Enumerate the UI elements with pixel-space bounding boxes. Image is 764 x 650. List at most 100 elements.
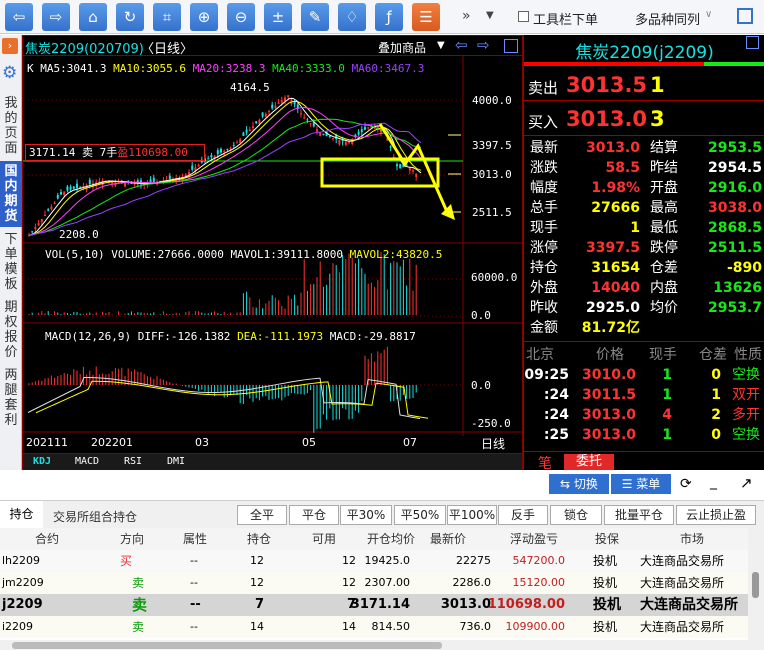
quote-label: 昨收 [530, 300, 558, 316]
candle-body [300, 113, 302, 115]
list-icon[interactable]: ☰ [412, 3, 440, 31]
column-header[interactable]: 投保 [595, 530, 619, 547]
period-label: 日线 [481, 437, 506, 451]
sidebar-item[interactable]: 期权报价 [0, 297, 22, 363]
candle-body [47, 209, 50, 211]
column-header[interactable]: 可用 [312, 530, 336, 547]
candle-body [344, 141, 347, 145]
zoom-in-icon[interactable]: ⊕ [190, 3, 218, 31]
tick-header: 性质 [734, 347, 762, 363]
layout-icon[interactable] [737, 8, 753, 24]
back-icon[interactable]: ⇦ [5, 3, 33, 31]
sidebar-item[interactable]: 两腿套利 [0, 365, 22, 431]
candle-body [357, 131, 360, 135]
action-button[interactable]: 锁仓 [550, 505, 602, 525]
toolbar-order-label: 工具栏下单 [533, 13, 599, 28]
quote-title: 焦炭2209(j2209) [575, 43, 714, 63]
date-tick: 03 [195, 436, 209, 449]
quote-row: 最新 3013.0 结算 2953.5 [530, 138, 762, 158]
crop-icon[interactable]: ⌗ [153, 3, 181, 31]
kline-chart[interactable]: 焦炭2209(020709) 〈日线〉 叠加商品 ▼ ⇦ ⇨ K MA5:304… [22, 35, 523, 470]
forward-icon[interactable]: ⇨ [42, 3, 70, 31]
tab-trades[interactable]: 笔 [538, 453, 552, 473]
column-header[interactable]: 开仓均价 [367, 530, 415, 547]
candle-body [284, 97, 286, 102]
column-header[interactable]: 合约 [35, 530, 59, 547]
candle-body [412, 170, 414, 172]
expand-icon[interactable]: › [2, 38, 18, 54]
menu-button[interactable]: ☰ 菜单 [611, 474, 671, 494]
table-row[interactable]: jm2209 卖 -- 12 12 2307.00 2286.0 15120.0… [0, 572, 748, 594]
toolbar-order-checkbox[interactable] [518, 11, 529, 22]
more-tools-button[interactable]: » [462, 8, 471, 24]
tab-kdj[interactable]: KDJ [33, 456, 51, 467]
candle-body [101, 180, 104, 185]
vertical-scrollbar[interactable] [748, 528, 764, 640]
maximize-icon[interactable] [746, 36, 759, 49]
column-header[interactable]: 浮动盈亏 [510, 530, 558, 547]
popout-icon[interactable]: ↗ [740, 474, 753, 492]
sidebar-item[interactable]: 我的页面 [0, 93, 22, 159]
tab-dmi[interactable]: DMI [167, 456, 185, 467]
tab-macd[interactable]: MACD [75, 456, 99, 467]
tab-orders[interactable]: 委托 [564, 454, 614, 470]
calculator-icon[interactable]: ± [264, 3, 292, 31]
multi-variety-select[interactable]: 多品种同列 [635, 9, 700, 28]
column-header[interactable]: 持仓 [247, 530, 271, 547]
quote-row: 涨跌 58.5 昨结 2954.5 [530, 158, 762, 178]
quote-label: 最新 [530, 140, 558, 156]
table-row[interactable]: i2209 卖 -- 14 14 814.50 736.0 109900.00 … [0, 616, 748, 638]
formula-icon[interactable]: ƒ [375, 3, 403, 31]
column-header[interactable]: 属性 [183, 530, 207, 547]
position-marker[interactable]: 3171.14 卖 7手盈110698.00 [25, 144, 205, 161]
column-header[interactable]: 最新价 [430, 530, 466, 547]
column-header[interactable]: 市场 [680, 530, 704, 547]
horizontal-scrollbar[interactable] [0, 640, 764, 650]
action-button[interactable]: 全平 [237, 505, 287, 525]
action-button[interactable]: 批量平仓 [604, 505, 674, 525]
ask-price[interactable]: 3013.5 [566, 73, 647, 97]
action-button[interactable]: 云止损止盈 [676, 505, 756, 525]
table-row[interactable]: j2209 卖 -- 7 7 3171.14 3013.0 110698.00 … [0, 594, 748, 616]
home-icon[interactable]: ⌂ [79, 3, 107, 31]
dropdown-icon[interactable]: ▼ [486, 10, 494, 21]
candle-body [88, 179, 91, 185]
refresh-icon[interactable]: ↻ [116, 3, 144, 31]
switch-button[interactable]: ⇆ 切换 [549, 474, 609, 494]
chevron-down-icon[interactable]: ∨ [705, 9, 712, 20]
zoom-out-icon[interactable]: ⊖ [227, 3, 255, 31]
candle-body [341, 140, 344, 142]
sidebar-item[interactable]: 国内期货 [0, 161, 22, 227]
column-header[interactable]: 方向 [120, 530, 144, 547]
action-button[interactable]: 平仓 [289, 505, 339, 525]
minimize-icon[interactable]: _ [710, 474, 717, 490]
candle-body [210, 155, 213, 158]
candle-body [415, 173, 418, 177]
quote-value: 3038.0 [707, 200, 762, 216]
bid-price[interactable]: 3013.0 [566, 107, 647, 131]
candle-body [56, 195, 59, 199]
pencil-icon[interactable]: ✎ [301, 3, 329, 31]
candle-body [364, 127, 366, 130]
vol-axis-tick: 60000.0 [471, 271, 518, 284]
gear-icon[interactable]: ⚙ [2, 63, 17, 83]
tab-rsi[interactable]: RSI [124, 456, 142, 467]
action-button[interactable]: 反手 [498, 505, 548, 525]
action-button[interactable]: 平30% [340, 505, 392, 525]
sidebar-item[interactable]: 下单模板 [0, 229, 22, 295]
refresh-icon[interactable]: ⟳ [680, 476, 692, 492]
action-button[interactable]: 平100% [447, 505, 497, 525]
candle-body [220, 148, 222, 153]
date-tick: 202111 [26, 436, 68, 449]
tab-positions[interactable]: 持仓 [0, 501, 43, 528]
table-row[interactable]: lh2209 买 -- 12 12 19425.0 22275 547200.0… [0, 550, 748, 572]
tab-combo-positions[interactable]: 交易所组合持仓 [53, 508, 137, 525]
action-button[interactable]: 平50% [394, 505, 446, 525]
candle-body [66, 186, 69, 191]
bell-icon[interactable]: ♢ [338, 3, 366, 31]
candle-body [72, 186, 75, 189]
candle-body [50, 206, 53, 210]
candle-body [306, 119, 309, 121]
switch-icon: ⇆ [560, 477, 574, 491]
candle-body [40, 218, 43, 222]
